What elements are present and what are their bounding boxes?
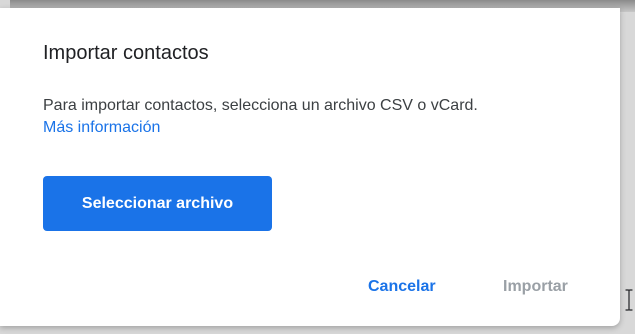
import-contacts-dialog: Importar contactos Para importar contact… [0, 8, 620, 326]
dialog-actions: Cancelar Importar [0, 278, 620, 302]
dialog-description: Para importar contactos, selecciona un a… [43, 95, 478, 139]
cancel-button[interactable]: Cancelar [368, 278, 436, 296]
select-file-button[interactable]: Seleccionar archivo [43, 176, 272, 231]
text-cursor-icon [625, 289, 633, 311]
learn-more-link[interactable]: Más información [43, 117, 478, 139]
description-text: Para importar contactos, selecciona un a… [43, 97, 478, 114]
dialog-title: Importar contactos [43, 42, 209, 64]
import-button[interactable]: Importar [503, 278, 568, 296]
